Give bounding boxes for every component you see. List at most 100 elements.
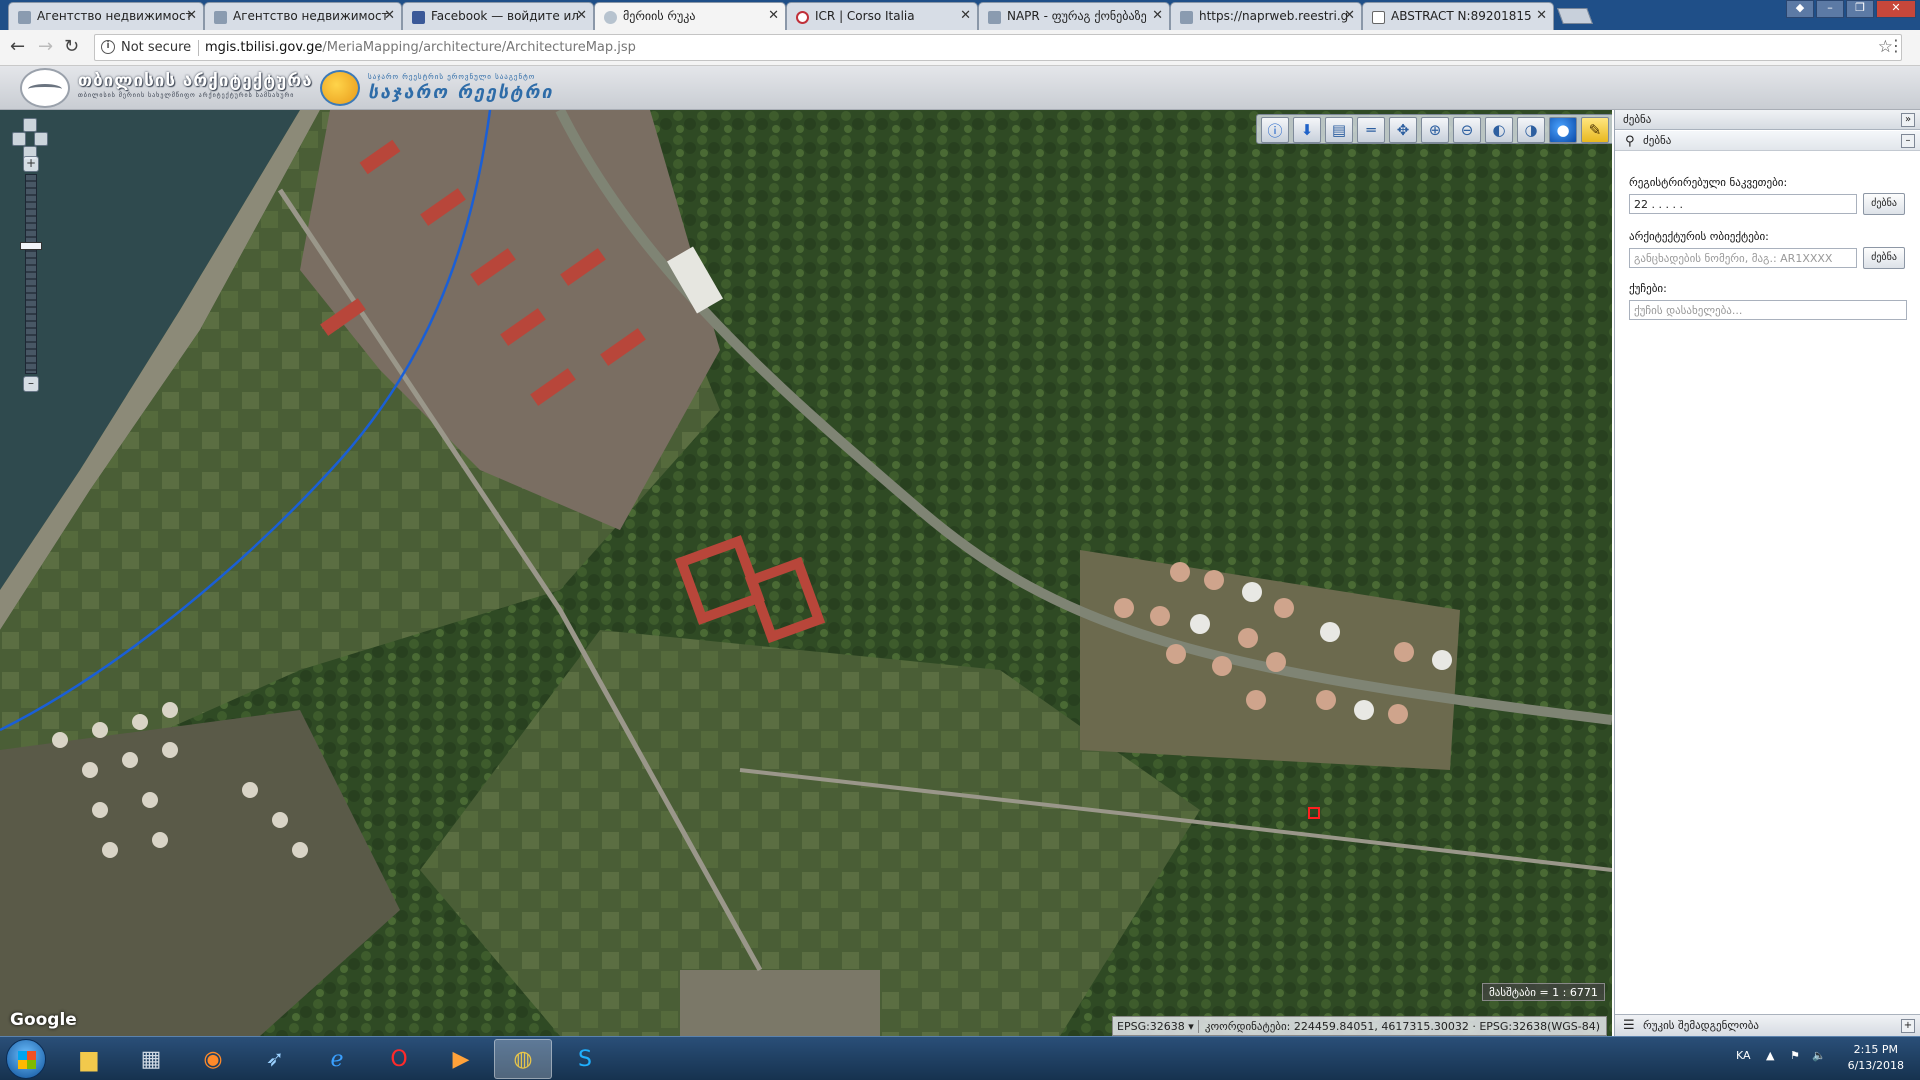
close-icon[interactable]: ✕ [960,8,971,23]
chrome-icon[interactable]: ◍ [494,1039,552,1079]
satellite-map[interactable]: + – ⓘ ⬇ ▤ ═ ✥ ⊕ ⊖ ◐ ◑ ● ✎ მასშტაბი = 1 :… [0,110,1612,1036]
language-indicator[interactable]: KA [1736,1049,1751,1062]
system-clock[interactable]: 2:15 PM 6/13/2018 [1848,1042,1904,1074]
architecture-search-button[interactable]: ძებნა [1863,247,1905,269]
site-header: თბილისის არქიტექტურა თბილისის მერიის სახ… [0,66,1920,110]
explorer-icon[interactable]: ▆ [60,1039,118,1079]
satellite-imagery [0,110,1612,1036]
browser-tab-active[interactable]: მერიის რუკა ✕ [594,2,786,30]
browser-tab[interactable]: Агентство недвижимост ✕ [204,2,402,30]
tray-expand-icon[interactable]: ▲ [1766,1049,1774,1062]
registry-subtitle: საჯარო რეესტრის ეროვნული სააგენტო [368,73,536,81]
menu-dots-icon[interactable]: ⋮ [1888,36,1904,55]
close-icon[interactable]: ✕ [768,8,779,23]
url-text[interactable]: mgis.tbilisi.gov.ge/MeriaMapping/archite… [205,40,636,55]
url-bar[interactable]: i Not secure mgis.tbilisi.gov.ge/MeriaMa… [94,34,1902,61]
close-icon[interactable]: ✕ [1152,8,1163,23]
measure-icon[interactable]: ═ [1357,117,1385,143]
pen-icon[interactable]: ✎ [1581,117,1609,143]
zoom-slider-track[interactable] [25,174,37,374]
firefox-icon[interactable]: ◉ [184,1039,242,1079]
collapse-section-button[interactable]: – [1901,134,1915,148]
pan-icon[interactable]: ✥ [1389,117,1417,143]
zoom-out-button[interactable]: – [23,376,39,392]
clock-time: 2:15 PM [1853,1043,1898,1056]
page-icon [18,11,31,24]
skype-icon[interactable]: S [556,1039,614,1079]
zoom-prev-icon[interactable]: ◐ [1485,117,1513,143]
close-icon[interactable]: ✕ [1344,8,1355,23]
media-player-icon[interactable]: ▶ [432,1039,490,1079]
window-close-button[interactable]: ✕ [1876,0,1916,18]
zoom-in-icon[interactable]: ⊕ [1421,117,1449,143]
tbilisi-architecture-logo[interactable] [20,68,70,108]
address-toolbar: ← → ↻ i Not secure mgis.tbilisi.gov.ge/M… [0,30,1920,66]
epsg-select[interactable]: EPSG:32638 ▾ [1113,1019,1199,1033]
rocket-icon[interactable]: ➶ [246,1039,304,1079]
identify-icon[interactable]: ⬇ [1293,117,1321,143]
page-icon [1180,11,1193,24]
browser-tab[interactable]: https://naprweb.reestri.g ✕ [1170,2,1362,30]
tab-title: ABSTRACT N:89201815 [1391,9,1532,23]
opera-icon[interactable]: O [370,1039,428,1079]
coordinate-bar: EPSG:32638 ▾ კოორდინატები: 224459.84051,… [1112,1016,1608,1036]
page-icon [988,11,1001,24]
windows-taskbar: ▆ ▦ ◉ ➶ ℯ O ▶ ◍ S KA ▲ ⚑ 🔈 2:15 PM 6/13/… [0,1036,1920,1080]
cadastral-search-button[interactable]: ძებნა [1863,193,1905,215]
browser-tab[interactable]: ABSTRACT N:89201815 ✕ [1362,2,1554,30]
map-layers-footer[interactable]: ☰ რუკის შემადგენლობა + [1615,1014,1920,1036]
pan-left-icon[interactable] [12,132,26,146]
back-icon[interactable]: ← [10,36,25,57]
cadastral-label: რეგისტრირებული ნაკვეთები: [1629,176,1788,189]
expand-layers-button[interactable]: + [1901,1019,1915,1033]
info-icon[interactable]: i [101,40,115,54]
epsg-value: EPSG:32638 [1117,1019,1185,1033]
flag-icon[interactable]: ⚑ [1790,1049,1800,1062]
registry-title: საჯარო რეესტრი [368,82,554,103]
browser-tab[interactable]: NAPR - ფურაგ ქონებაზე ✕ [978,2,1170,30]
globe-icon[interactable]: ● [1549,117,1577,143]
ie-icon[interactable]: ℯ [308,1039,366,1079]
close-icon[interactable]: ✕ [186,8,197,23]
url-path: /MeriaMapping/architecture/ArchitectureM… [322,40,636,55]
zoom-slider-handle[interactable] [20,242,42,250]
collapse-panel-button[interactable]: » [1901,113,1915,127]
restore-button[interactable]: ❐ [1846,0,1874,18]
forward-icon[interactable]: → [38,36,53,57]
google-logo: Google [10,1010,77,1030]
info-icon[interactable]: ⓘ [1261,117,1289,143]
divider [198,40,199,56]
facebook-icon [412,11,425,24]
browser-tab[interactable]: ICR | Corso Italia ✕ [786,2,978,30]
print-icon[interactable]: ▤ [1325,117,1353,143]
volume-icon[interactable]: 🔈 [1812,1049,1826,1062]
map-scale: მასშტაბი = 1 : 6771 [1482,983,1605,1001]
new-tab-button[interactable] [1557,8,1593,24]
street-input[interactable]: ქუჩის დასახელება... [1629,300,1907,320]
pan-right-icon[interactable] [34,132,48,146]
tab-title: Агентство недвижимост [233,9,389,23]
panel-header: ძებნა » [1615,110,1920,130]
security-label[interactable]: Not secure [121,40,191,55]
close-icon[interactable]: ✕ [384,8,395,23]
close-icon[interactable]: ✕ [1536,8,1547,23]
calculator-icon[interactable]: ▦ [122,1039,180,1079]
cadastral-input[interactable]: 22 . . . . . [1629,194,1857,214]
pan-up-icon[interactable] [23,118,37,132]
zoom-in-button[interactable]: + [23,156,39,172]
browser-tab[interactable]: Facebook — войдите ил ✕ [402,2,594,30]
close-icon[interactable]: ✕ [576,8,587,23]
public-registry-logo[interactable] [320,70,360,106]
tab-title: https://naprweb.reestri.g [1199,9,1349,23]
architecture-input[interactable]: განცხადების ნომერი, მაგ.: AR1XXXX [1629,248,1857,268]
browser-tab[interactable]: Агентство недвижимост ✕ [8,2,204,30]
minimize-button[interactable]: – [1816,0,1844,18]
user-icon[interactable]: ◆ [1786,0,1814,18]
start-button[interactable] [6,1039,46,1079]
zoom-out-icon[interactable]: ⊖ [1453,117,1481,143]
coordinate-readout: კოორდინატები: 224459.84051, 4617315.3003… [1204,1019,1601,1033]
zoom-next-icon[interactable]: ◑ [1517,117,1545,143]
reload-icon[interactable]: ↻ [64,36,79,57]
page-icon [214,11,227,24]
street-label: ქუჩები: [1629,282,1667,295]
